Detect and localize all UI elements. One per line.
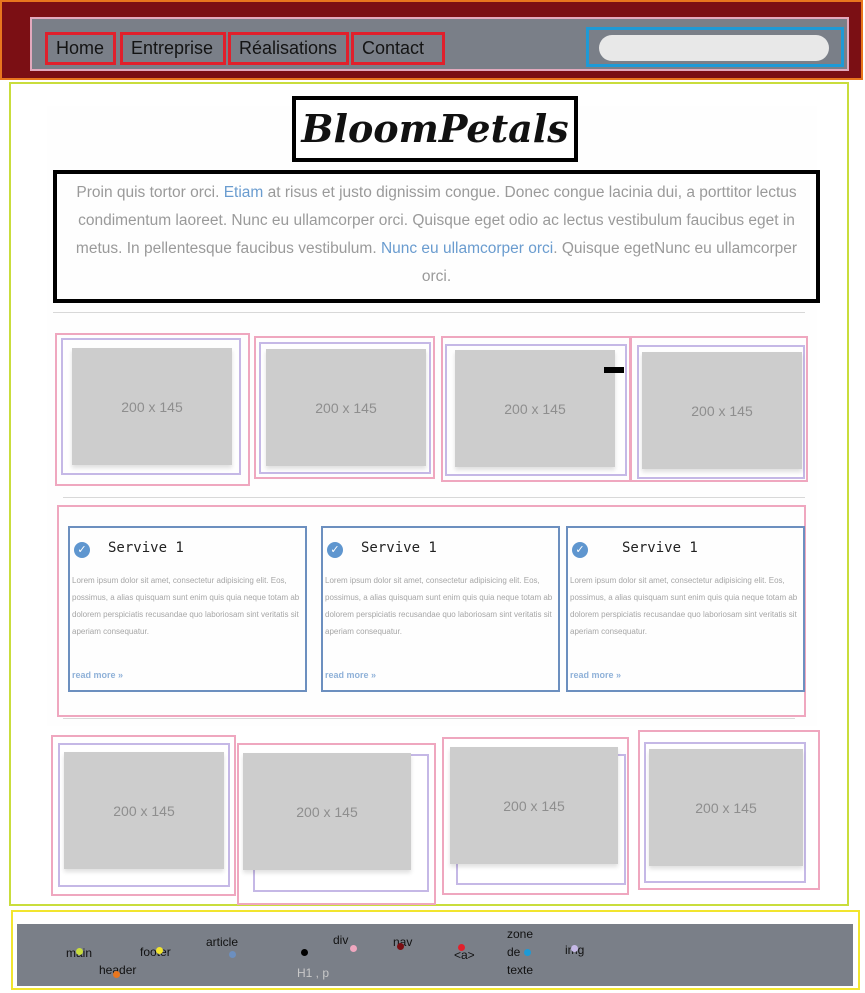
- service-text: Lorem ipsum dolor sit amet, consectetur …: [72, 576, 300, 636]
- search-input[interactable]: [599, 35, 829, 61]
- image-placeholder: 200 x 145: [642, 352, 802, 469]
- service-card: ✓ Servive 1 Lorem ipsum dolor sit amet, …: [68, 526, 307, 692]
- image-frame: 200 x 145: [58, 743, 230, 887]
- image-placeholder: 200 x 145: [64, 752, 224, 869]
- legend-dot-footer: [156, 947, 163, 954]
- image-placeholder: 200 x 145: [450, 747, 618, 864]
- service-text: Lorem ipsum dolor sit amet, consectetur …: [570, 576, 798, 636]
- check-icon: ✓: [327, 542, 343, 558]
- article-image: 200 x 145: [237, 743, 436, 905]
- article-image: 200 x 145: [254, 336, 435, 479]
- read-more-link[interactable]: read more »: [570, 670, 621, 680]
- divider: [63, 497, 805, 498]
- site-title: BloomPetals: [301, 106, 569, 151]
- image-frame: 200 x 145: [61, 338, 241, 475]
- title-box: BloomPetals: [292, 96, 578, 162]
- service-card: ✓ Servive 1 Lorem ipsum dolor sit amet, …: [566, 526, 805, 692]
- service-title: Servive 1: [361, 540, 437, 556]
- legend-dot-zone: [524, 949, 531, 956]
- nav-link-realisations[interactable]: Réalisations: [228, 32, 349, 65]
- article-image: 200 x 145: [55, 333, 250, 486]
- intro-link-nunc[interactable]: Nunc eu ullamcorper orci: [381, 240, 553, 257]
- divider: [53, 312, 805, 313]
- intro-link-etiam[interactable]: Etiam: [224, 184, 264, 201]
- article-image: 200 x 145: [630, 336, 808, 482]
- site-footer: main header footer article H1 , p div na…: [11, 910, 860, 990]
- legend-label-a: <a>: [454, 948, 475, 962]
- legend-dot-a: [458, 944, 465, 951]
- divider: [63, 718, 795, 719]
- image-frame: 200 x 145: [637, 345, 805, 479]
- nav-link-contact[interactable]: Contact: [351, 32, 445, 65]
- cursor-mark: [604, 367, 624, 373]
- legend-dot-div: [350, 945, 357, 952]
- intro-text: Proin quis tortor orci.: [76, 184, 224, 201]
- search-zone: [586, 27, 844, 67]
- article-image: 200 x 145: [441, 336, 631, 482]
- nav-link-entreprise[interactable]: Entreprise: [120, 32, 226, 65]
- legend-dot-article: [229, 951, 236, 958]
- legend-label-zone: texte: [507, 963, 534, 977]
- read-more-link[interactable]: read more »: [72, 670, 123, 680]
- site-header: Home Entreprise Réalisations Contact: [0, 0, 863, 80]
- image-frame: 200 x 145: [450, 747, 626, 885]
- service-text: Lorem ipsum dolor sit amet, consectetur …: [325, 576, 553, 636]
- legend-dot-h1p: [301, 949, 308, 956]
- check-icon: ✓: [572, 542, 588, 558]
- image-frame: 200 x 145: [243, 753, 429, 892]
- legend-dot-nav: [397, 943, 404, 950]
- image-placeholder: 200 x 145: [243, 753, 411, 870]
- legend-label-h1p: H1 , p: [297, 966, 330, 980]
- header-container: Home Entreprise Réalisations Contact: [8, 8, 855, 72]
- article-image: 200 x 145: [51, 735, 236, 896]
- legend-dot-main: [76, 948, 83, 955]
- legend-panel: main header footer article H1 , p div na…: [17, 924, 853, 986]
- image-frame: 200 x 145: [644, 742, 806, 883]
- article-image: 200 x 145: [638, 730, 820, 890]
- read-more-link[interactable]: read more »: [325, 670, 376, 680]
- image-frame: 200 x 145: [259, 342, 431, 474]
- image-frame: 200 x 145: [445, 344, 627, 476]
- legend-dot-header: [113, 971, 120, 978]
- article-image: 200 x 145: [442, 737, 629, 895]
- main-nav: Home Entreprise Réalisations Contact: [30, 17, 849, 71]
- service-title: Servive 1: [622, 540, 698, 556]
- legend-dot-img: [571, 945, 578, 952]
- image-placeholder: 200 x 145: [72, 348, 232, 465]
- nav-link-home[interactable]: Home: [45, 32, 116, 65]
- legend-label-zone: de: [507, 945, 521, 959]
- legend-label-div: div: [333, 933, 349, 947]
- image-placeholder: 200 x 145: [266, 349, 426, 466]
- image-placeholder: 200 x 145: [649, 749, 803, 866]
- service-title: Servive 1: [108, 540, 184, 556]
- main-section: BloomPetals Proin quis tortor orci. Etia…: [9, 82, 849, 906]
- legend-label-article: article: [206, 935, 239, 949]
- check-icon: ✓: [74, 542, 90, 558]
- service-card: ✓ Servive 1 Lorem ipsum dolor sit amet, …: [321, 526, 560, 692]
- image-placeholder: 200 x 145: [455, 350, 615, 467]
- legend-label-zone: zone: [507, 927, 534, 941]
- intro-paragraph: Proin quis tortor orci. Etiam at risus e…: [53, 170, 820, 303]
